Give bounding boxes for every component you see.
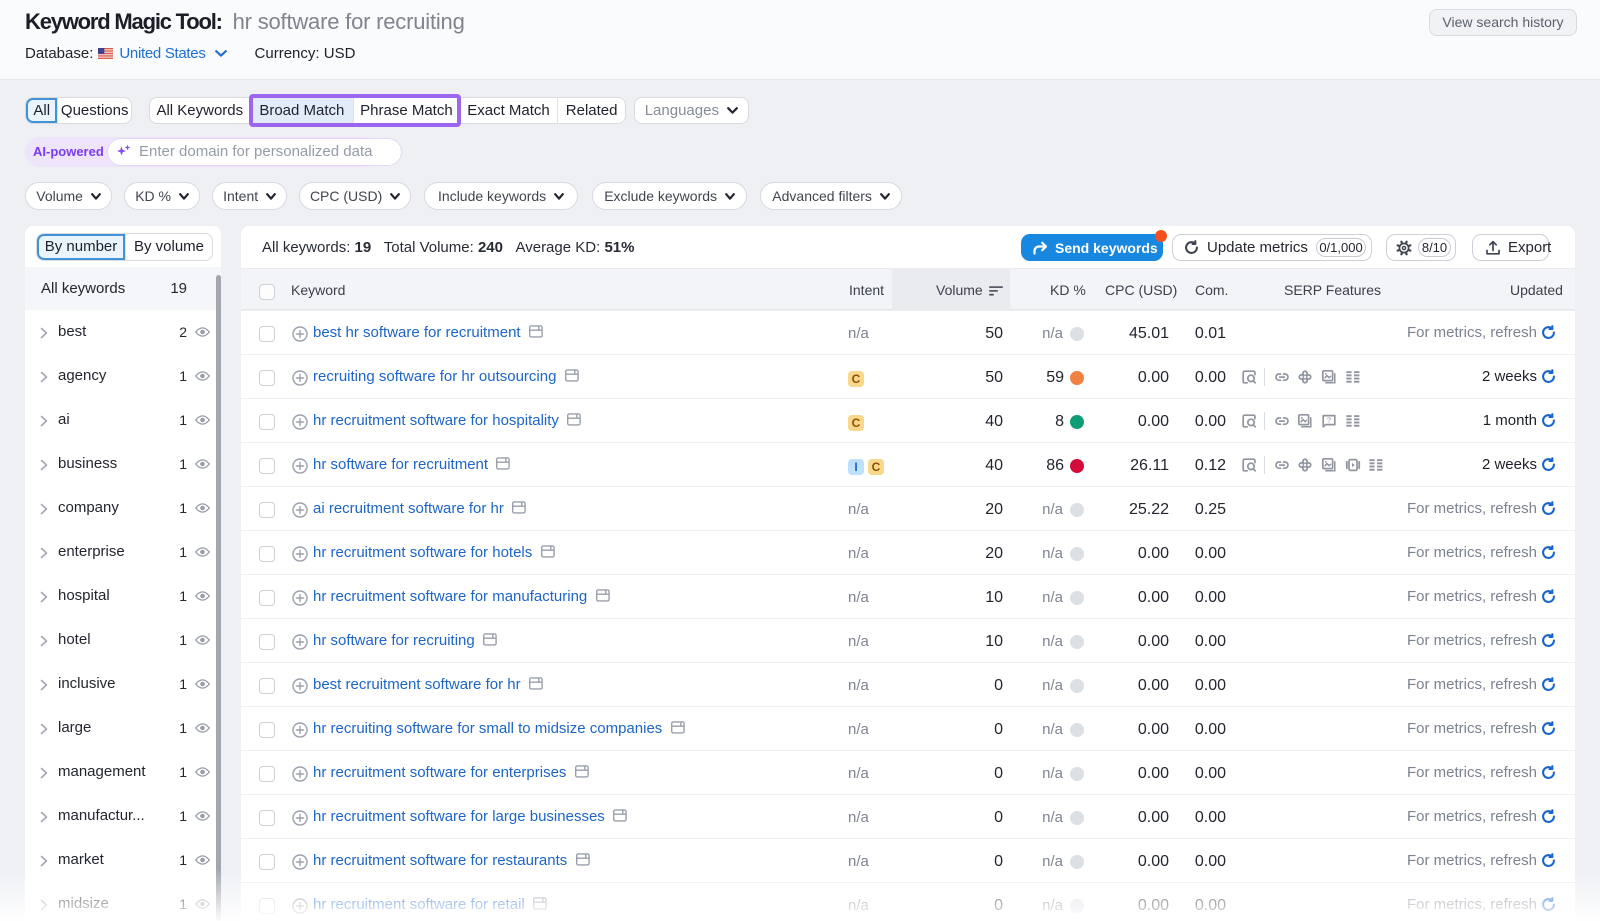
svg-text:?: ? xyxy=(1327,416,1331,425)
